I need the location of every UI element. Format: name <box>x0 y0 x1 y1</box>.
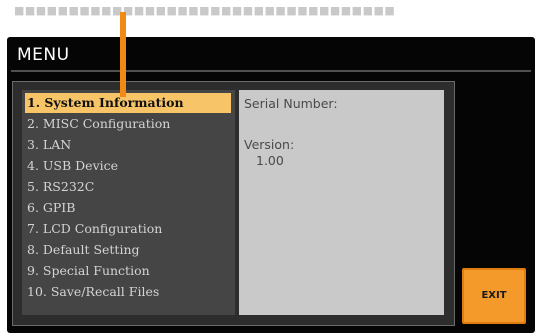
menu-item-lan[interactable]: 3. LAN <box>25 135 231 155</box>
menu-title: MENU <box>17 45 70 65</box>
menu-list: 1. System Information 2. MISC Configurat… <box>22 90 235 315</box>
serial-number-label: Serial Number: <box>244 96 338 111</box>
title-divider <box>11 70 531 72</box>
pointer-arrow <box>120 12 126 97</box>
menu-item-system-information[interactable]: 1. System Information <box>25 93 231 113</box>
menu-item-rs232c[interactable]: 5. RS232C <box>25 177 231 197</box>
menu-item-lcd-configuration[interactable]: 7. LCD Configuration <box>25 219 231 239</box>
menu-item-gpib[interactable]: 6. GPIB <box>25 198 231 218</box>
caption-text: ■■■■■■■■■■■■■■■■■■■■■■■■■■■■■■■■■■■■■■■■ <box>14 6 394 16</box>
menu-item-special-function[interactable]: 9. Special Function <box>25 261 231 281</box>
menu-item-misc-configuration[interactable]: 2. MISC Configuration <box>25 114 231 134</box>
version-value: 1.00 <box>256 153 284 168</box>
menu-item-usb-device[interactable]: 4. USB Device <box>25 156 231 176</box>
menu-item-save-recall-files[interactable]: 10. Save/Recall Files <box>25 282 231 302</box>
menu-item-default-setting[interactable]: 8. Default Setting <box>25 240 231 260</box>
figure: ■■■■■■■■■■■■■■■■■■■■■■■■■■■■■■■■■■■■■■■■… <box>0 0 542 334</box>
device-screen: MENU 1. System Information 2. MISC Confi… <box>7 37 535 333</box>
version-label: Version: <box>244 137 295 152</box>
system-info-panel: Serial Number: Version: 1.00 <box>239 90 444 315</box>
exit-button[interactable]: EXIT <box>462 268 526 324</box>
menu-panel: 1. System Information 2. MISC Configurat… <box>12 81 455 326</box>
